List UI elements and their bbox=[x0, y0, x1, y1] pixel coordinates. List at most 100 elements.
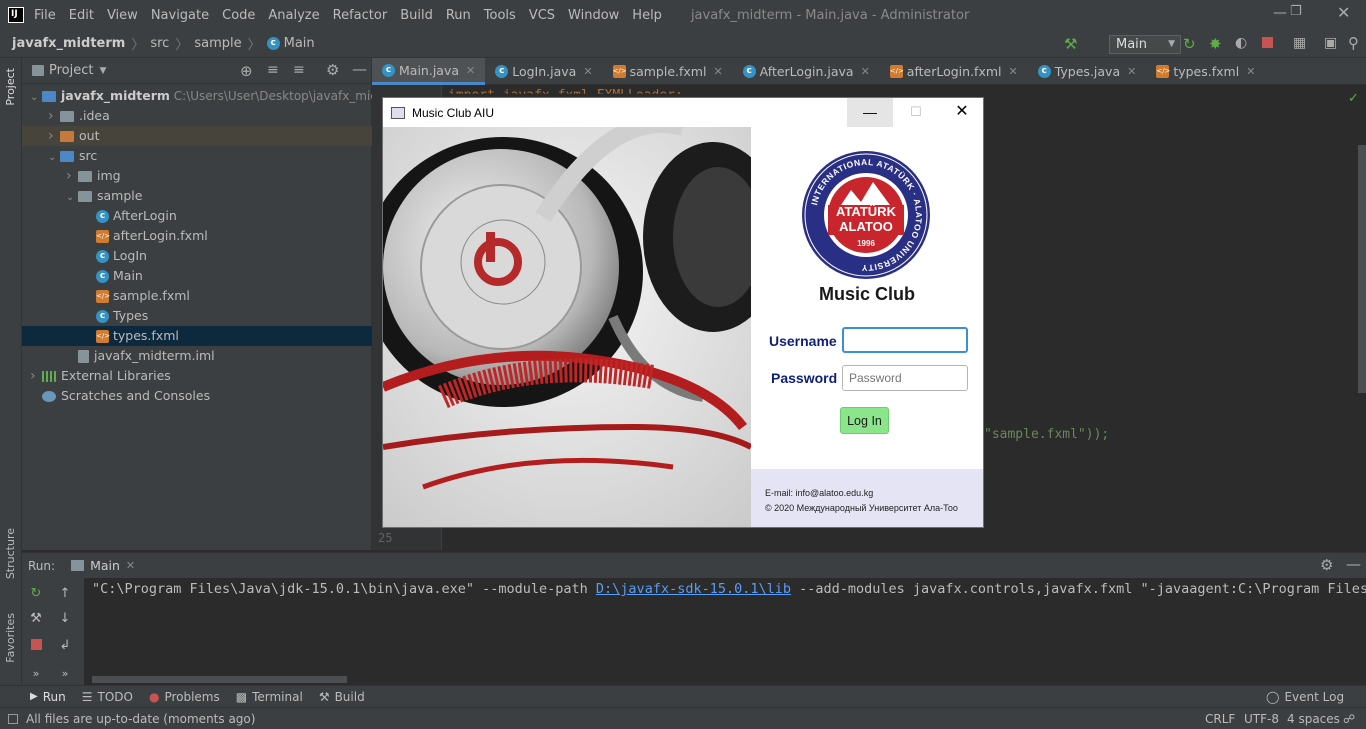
menu-code[interactable]: Code bbox=[222, 8, 255, 23]
stop-icon[interactable] bbox=[31, 639, 42, 650]
minimize-icon[interactable]: — bbox=[847, 98, 893, 127]
gear-icon[interactable]: ⚙ bbox=[326, 61, 339, 79]
password-input[interactable] bbox=[842, 365, 968, 391]
tree-item-login[interactable]: c LogIn bbox=[22, 246, 372, 266]
close-tab-icon[interactable]: ✕ bbox=[583, 65, 592, 78]
build-hammer-icon[interactable]: ⚒ bbox=[1064, 35, 1077, 53]
search-icon[interactable]: ⚲ bbox=[1348, 34, 1359, 52]
line-separator-indicator[interactable]: CRLF bbox=[1205, 712, 1235, 726]
status-panel-icon[interactable] bbox=[8, 713, 18, 724]
login-button[interactable]: Log In bbox=[840, 407, 889, 434]
close-tab-icon[interactable]: ✕ bbox=[1127, 65, 1136, 78]
editor-tab-types-fxml[interactable]: </> types.fxml ✕ bbox=[1146, 58, 1265, 85]
maximize-icon[interactable]: ☐ bbox=[893, 98, 939, 127]
stop-icon[interactable] bbox=[1262, 37, 1273, 48]
bottom-tab-todo[interactable]: ☰ TODO bbox=[82, 690, 133, 704]
editor-scrollbar[interactable] bbox=[1358, 145, 1366, 393]
more-icon[interactable]: » bbox=[57, 666, 73, 682]
chevron-down-icon[interactable]: ⌄ bbox=[48, 148, 60, 168]
menu-build[interactable]: Build bbox=[400, 8, 433, 23]
tree-item-types-fxml[interactable]: </> types.fxml bbox=[22, 326, 372, 346]
close-icon[interactable]: ✕ bbox=[939, 98, 985, 127]
username-input[interactable] bbox=[842, 327, 968, 353]
arrow-up-icon[interactable]: ↑ bbox=[57, 586, 73, 602]
chevron-right-icon[interactable]: › bbox=[48, 106, 60, 126]
menu-help[interactable]: Help bbox=[632, 8, 662, 23]
bottom-tab-terminal[interactable]: ▩ Terminal bbox=[236, 690, 303, 704]
soft-wrap-icon[interactable]: ↲ bbox=[57, 638, 73, 654]
tree-item-main[interactable]: c Main bbox=[22, 266, 372, 286]
tool-tab-project[interactable]: Project bbox=[4, 68, 17, 106]
menu-edit[interactable]: Edit bbox=[69, 8, 94, 23]
lock-icon[interactable]: ☍ bbox=[1343, 712, 1355, 726]
editor-tab-afterlogin-java[interactable]: c AfterLogin.java ✕ bbox=[733, 58, 880, 85]
chevron-right-icon[interactable]: › bbox=[66, 166, 78, 186]
breadcrumb-sample[interactable]: sample bbox=[194, 36, 241, 51]
editor-tab-login-java[interactable]: c LogIn.java ✕ bbox=[485, 58, 602, 85]
rerun-icon[interactable]: ↻ bbox=[1183, 35, 1196, 53]
menu-refactor[interactable]: Refactor bbox=[333, 8, 388, 23]
minimize-icon[interactable]: — bbox=[1273, 5, 1287, 21]
close-tab-icon[interactable]: ✕ bbox=[1246, 65, 1255, 78]
menu-vcs[interactable]: VCS bbox=[529, 8, 555, 23]
tree-item-scratches-and-consoles[interactable]: Scratches and Consoles bbox=[22, 386, 372, 406]
chevron-down-icon[interactable]: ⌄ bbox=[30, 88, 42, 108]
menu-window[interactable]: Window bbox=[568, 8, 619, 23]
coverage-icon[interactable]: ◐ bbox=[1235, 35, 1247, 51]
tree-item-src[interactable]: ⌄ src bbox=[22, 146, 372, 166]
bottom-tab-run[interactable]: ▶ Run bbox=[30, 690, 66, 704]
close-tab-icon[interactable]: ✕ bbox=[466, 64, 475, 77]
menu-view[interactable]: View bbox=[107, 8, 138, 23]
tree-item-sample-fxml[interactable]: </> sample.fxml bbox=[22, 286, 372, 306]
indent-indicator[interactable]: 4 spaces bbox=[1287, 712, 1340, 726]
menu-file[interactable]: File bbox=[34, 8, 56, 23]
wrench-icon[interactable]: ⚒ bbox=[28, 611, 44, 627]
chevron-right-icon[interactable]: › bbox=[48, 126, 60, 146]
project-structure-icon[interactable]: ▦ bbox=[1293, 35, 1306, 51]
tree-item-afterlogin-fxml[interactable]: </> afterLogin.fxml bbox=[22, 226, 372, 246]
hide-panel-icon[interactable]: — bbox=[1346, 555, 1361, 573]
collapse-all-icon[interactable]: ≡ bbox=[293, 62, 305, 78]
tree-item-sample[interactable]: ⌄ sample bbox=[22, 186, 372, 206]
tree-item--idea[interactable]: › .idea bbox=[22, 106, 372, 126]
layout-icon[interactable]: ▣ bbox=[1324, 35, 1337, 51]
tree-item-out[interactable]: › out bbox=[22, 126, 372, 146]
menu-tools[interactable]: Tools bbox=[484, 8, 516, 23]
tool-tab-structure[interactable]: Structure bbox=[4, 528, 17, 579]
close-tab-icon[interactable]: ✕ bbox=[126, 559, 135, 572]
editor-tab-sample-fxml[interactable]: </> sample.fxml ✕ bbox=[603, 58, 733, 85]
editor-tab-main-java[interactable]: c Main.java ✕ bbox=[372, 58, 486, 85]
run-tab-main[interactable]: Main bbox=[90, 558, 120, 573]
close-icon[interactable]: ✕ bbox=[1337, 3, 1350, 22]
expand-all-icon[interactable]: ≡ bbox=[267, 62, 279, 78]
editor-tab-afterlogin-fxml[interactable]: </> afterLogin.fxml ✕ bbox=[880, 58, 1028, 85]
restore-icon[interactable]: ❐ bbox=[1290, 4, 1302, 19]
breadcrumb-main[interactable]: Main bbox=[284, 36, 315, 51]
tree-item-img[interactable]: › img bbox=[22, 166, 372, 186]
chevron-down-icon[interactable]: ▼ bbox=[99, 66, 106, 76]
debug-icon[interactable]: ✸ bbox=[1209, 35, 1222, 53]
bottom-tab-build[interactable]: ⚒ Build bbox=[319, 690, 365, 704]
run-config-select[interactable]: Main ▼ bbox=[1109, 35, 1181, 54]
chevron-down-icon[interactable]: ⌄ bbox=[66, 188, 78, 208]
project-panel-title[interactable]: Project bbox=[49, 63, 93, 78]
tree-item-afterlogin[interactable]: c AfterLogin bbox=[22, 206, 372, 226]
tree-item-external-libraries[interactable]: › External Libraries bbox=[22, 366, 372, 386]
tree-item-types[interactable]: c Types bbox=[22, 306, 372, 326]
menu-navigate[interactable]: Navigate bbox=[151, 8, 209, 23]
breadcrumb-src[interactable]: src bbox=[150, 36, 169, 51]
more-icon[interactable]: » bbox=[28, 666, 44, 682]
chevron-right-icon[interactable]: › bbox=[30, 366, 42, 386]
arrow-down-icon[interactable]: ↓ bbox=[57, 611, 73, 627]
close-tab-icon[interactable]: ✕ bbox=[713, 65, 722, 78]
locate-icon[interactable]: ⊕ bbox=[240, 62, 253, 80]
run-console[interactable]: "C:\Program Files\Java\jdk-15.0.1\bin\ja… bbox=[22, 578, 1366, 685]
hide-panel-icon[interactable]: — bbox=[352, 60, 367, 78]
bottom-tab-problems[interactable]: ● Problems bbox=[149, 690, 220, 704]
menu-analyze[interactable]: Analyze bbox=[268, 8, 319, 23]
tree-item-javafx-midterm[interactable]: ⌄ javafx_midterm C:\Users\User\Desktop\ja… bbox=[22, 86, 406, 108]
tree-item-javafx-midterm-iml[interactable]: javafx_midterm.iml bbox=[22, 346, 372, 366]
close-tab-icon[interactable]: ✕ bbox=[1009, 65, 1018, 78]
editor-tab-types-java[interactable]: c Types.java ✕ bbox=[1028, 58, 1147, 85]
encoding-indicator[interactable]: UTF-8 bbox=[1244, 712, 1279, 726]
